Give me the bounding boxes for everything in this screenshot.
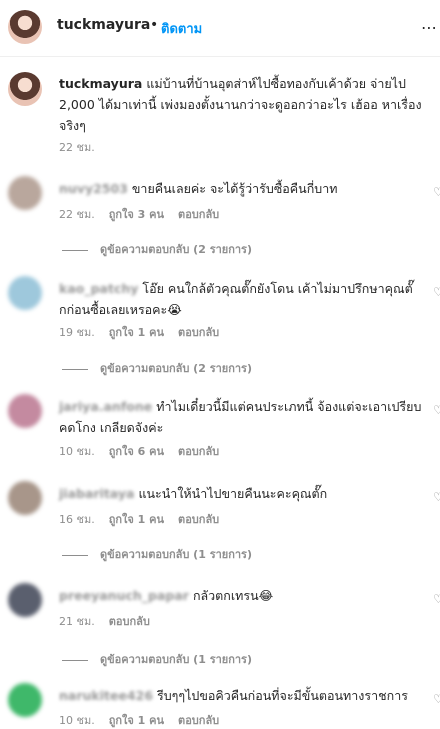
comment-likes[interactable]: ถูกใจ 1 คน xyxy=(109,326,164,339)
reply-button[interactable]: ตอบกลับ xyxy=(178,326,219,339)
comment-meta: 21 ชม. ตอบกลับ xyxy=(59,612,164,630)
comment-text: กลัวตกเทรน😂 xyxy=(192,588,274,603)
divider-line xyxy=(62,554,88,556)
comment-meta: 19 ชม. ถูกใจ 1 คน ตอบกลับ xyxy=(59,323,233,341)
reply-button[interactable]: ตอบกลับ xyxy=(178,714,219,727)
view-replies-label: ดูข้อความตอบกลับ (1 รายการ) xyxy=(100,653,252,666)
comment-avatar[interactable] xyxy=(8,276,42,310)
comment-text-block: jiabaritaya แนะนำให้นำไปขายคืนนะคะคุณตั๊… xyxy=(59,483,424,504)
comment-likes[interactable]: ถูกใจ 3 คน xyxy=(109,208,164,221)
comment-avatar[interactable] xyxy=(8,683,42,717)
comment-time: 22 ชม. xyxy=(59,208,95,221)
reply-button[interactable]: ตอบกลับ xyxy=(178,208,219,221)
comment-username[interactable]: jiabaritaya xyxy=(59,486,134,501)
comment-time: 10 ชม. xyxy=(59,445,95,458)
comment-meta: 10 ชม. ถูกใจ 1 คน ตอบกลับ xyxy=(59,711,233,729)
divider-line xyxy=(62,659,88,661)
view-replies-link[interactable]: ดูข้อความตอบกลับ (1 รายการ) xyxy=(62,650,252,668)
comment-username[interactable]: nuvy2503 xyxy=(59,181,128,196)
heart-icon[interactable]: ♡ xyxy=(433,404,440,416)
view-replies-link[interactable]: ดูข้อความตอบกลับ (2 รายการ) xyxy=(62,240,252,258)
reply-button[interactable]: ตอบกลับ xyxy=(178,445,219,458)
more-horizontal-icon[interactable]: ⋯ xyxy=(421,18,438,37)
comment-text: ขายคืนเลยค่ะ จะได้รู้ว่ารับซื้อคืนกี่บาท xyxy=(131,181,338,196)
comment-text-block: nuvy2503 ขายคืนเลยค่ะ จะได้รู้ว่ารับซื้อ… xyxy=(59,178,424,199)
follow-button[interactable]: ติดตาม xyxy=(161,18,202,39)
comment-meta: 10 ชม. ถูกใจ 6 คน ตอบกลับ xyxy=(59,442,233,460)
heart-icon[interactable]: ♡ xyxy=(433,491,440,503)
heart-icon[interactable]: ♡ xyxy=(433,186,440,198)
caption-username[interactable]: tuckmayura xyxy=(59,76,142,91)
comment-likes[interactable]: ถูกใจ 1 คน xyxy=(109,714,164,727)
comment-text-block: jariya.anfone ทำไมเดี๋ยวนี้มีแต่คนประเภท… xyxy=(59,396,424,438)
comment-username[interactable]: narukitee426 xyxy=(59,688,153,703)
comment-avatar[interactable] xyxy=(8,394,42,428)
caption-avatar[interactable] xyxy=(8,72,42,106)
header-dot-separator: • xyxy=(150,17,159,33)
comment-username[interactable]: jariya.anfone xyxy=(59,399,152,414)
comment-username[interactable]: kao_patchy xyxy=(59,281,138,296)
view-replies-link[interactable]: ดูข้อความตอบกลับ (2 รายการ) xyxy=(62,359,252,377)
reply-button[interactable]: ตอบกลับ xyxy=(178,513,219,526)
comment-meta: 16 ชม. ถูกใจ 1 คน ตอบกลับ xyxy=(59,510,233,528)
reply-button[interactable]: ตอบกลับ xyxy=(109,615,150,628)
divider-line xyxy=(62,368,88,370)
heart-icon[interactable]: ♡ xyxy=(433,693,440,705)
view-replies-link[interactable]: ดูข้อความตอบกลับ (1 รายการ) xyxy=(62,545,252,563)
comment-username[interactable]: preeyanuch_papar xyxy=(59,588,189,603)
comment-text-block: preeyanuch_papar กลัวตกเทรน😂 xyxy=(59,585,424,606)
comment-likes[interactable]: ถูกใจ 6 คน xyxy=(109,445,164,458)
comment-avatar[interactable] xyxy=(8,176,42,210)
heart-icon[interactable]: ♡ xyxy=(433,286,440,298)
profile-avatar[interactable] xyxy=(8,10,42,44)
header-username[interactable]: tuckmayura xyxy=(57,17,150,33)
comment-avatar[interactable] xyxy=(8,481,42,515)
comment-avatar[interactable] xyxy=(8,583,42,617)
comment-time: 16 ชม. xyxy=(59,513,95,526)
view-replies-label: ดูข้อความตอบกลับ (2 รายการ) xyxy=(100,243,252,256)
caption-time: 22 ชม. xyxy=(59,141,95,154)
heart-icon[interactable]: ♡ xyxy=(433,593,440,605)
comment-time: 19 ชม. xyxy=(59,326,95,339)
comment-time: 21 ชม. xyxy=(59,615,95,628)
view-replies-label: ดูข้อความตอบกลับ (2 รายการ) xyxy=(100,362,252,375)
comment-likes[interactable]: ถูกใจ 1 คน xyxy=(109,513,164,526)
caption: tuckmayura แม่บ้านที่บ้านอุตส่าห์ไปซื้อท… xyxy=(59,73,424,136)
comment-text: รีบๆๆไปขอคิวคืนก่อนที่จะมีขั้นตอนทางราชก… xyxy=(157,688,408,703)
comment-time: 10 ชม. xyxy=(59,714,95,727)
view-replies-label: ดูข้อความตอบกลับ (1 รายการ) xyxy=(100,548,252,561)
comment-text-block: narukitee426 รีบๆๆไปขอคิวคืนก่อนที่จะมีข… xyxy=(59,685,424,706)
comment-meta: 22 ชม. ถูกใจ 3 คน ตอบกลับ xyxy=(59,205,233,223)
comment-text-block: kao_patchy โอ๊ย คนใกล้ตัวคุณตั๊กยังโดน เ… xyxy=(59,278,424,320)
divider-line xyxy=(62,249,88,251)
comment-text: แนะนำให้นำไปขายคืนนะคะคุณตั๊ก xyxy=(138,486,328,501)
post-header: tuckmayura • ติดตาม ⋯ xyxy=(0,0,440,57)
